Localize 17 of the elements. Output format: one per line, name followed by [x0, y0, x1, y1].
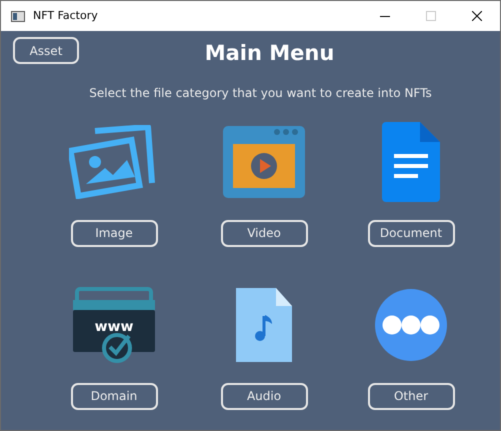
category-button[interactable]: Audio [220, 382, 308, 410]
main-menu-title: Main Menu [204, 40, 336, 67]
audio-file-icon [236, 288, 292, 362]
asset-button[interactable]: Asset [13, 37, 79, 64]
category-button[interactable]: Domain [70, 382, 158, 410]
category-button[interactable]: Video [220, 220, 308, 246]
app-icon [11, 10, 25, 22]
instruction-text: Select the file category that you want to create into NFTs [88, 84, 433, 102]
close-icon[interactable] [472, 11, 482, 21]
category-button[interactable]: Image [70, 220, 158, 246]
document-icon [382, 122, 440, 202]
window-title: NFT Factory [33, 8, 99, 24]
category-button[interactable]: Other [368, 382, 454, 410]
video-player-icon [223, 126, 305, 198]
category-button[interactable]: Document [368, 220, 454, 246]
www-text: www [94, 318, 134, 334]
more-icon [375, 288, 447, 360]
